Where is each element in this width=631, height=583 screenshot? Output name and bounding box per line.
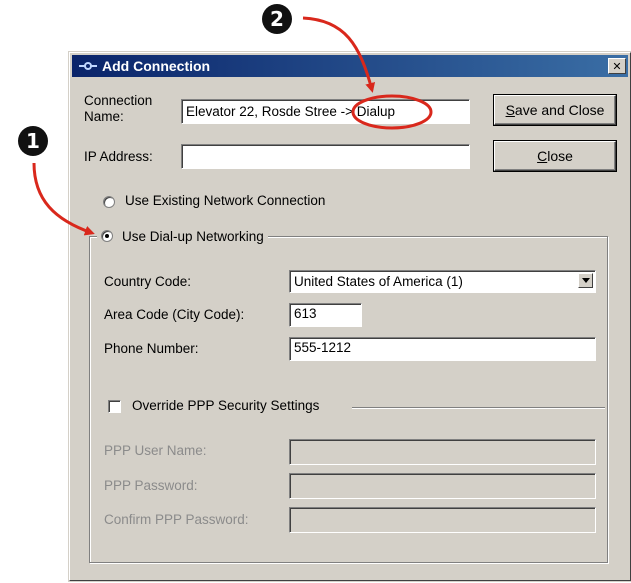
country-code-select[interactable]: United States of America (1) (289, 270, 596, 293)
ip-address-input[interactable] (181, 144, 470, 169)
save-and-close-label: Save and Close (505, 102, 605, 118)
network-connection-icon (78, 59, 98, 73)
window-title: Add Connection (102, 58, 211, 74)
save-and-close-button[interactable]: Save and Close (494, 95, 616, 125)
dialup-group-header: Use Dial-up Networking (97, 227, 268, 245)
override-ppp-checkbox[interactable] (108, 400, 121, 413)
close-button-label: Close (537, 148, 573, 164)
connection-name-label: Connection Name: (84, 93, 153, 124)
dialup-radio[interactable] (101, 230, 113, 242)
ppp-password-input[interactable] (289, 473, 596, 499)
existing-network-radio[interactable] (103, 196, 115, 208)
override-ppp-label[interactable]: Override PPP Security Settings (132, 398, 319, 413)
area-code-label: Area Code (City Code): (104, 307, 245, 322)
callout-marker-2: 2 (262, 4, 292, 34)
connection-name-input[interactable]: Elevator 22, Rosde Stree -> Dialup (181, 99, 470, 124)
radio-selected-dot (105, 234, 109, 238)
ppp-separator (352, 407, 605, 409)
callout-marker-1: 1 (18, 126, 48, 156)
ip-address-label: IP Address: (84, 149, 153, 164)
country-code-label: Country Code: (104, 274, 192, 289)
close-window-button[interactable]: ✕ (608, 58, 626, 74)
phone-number-input[interactable]: 555-1212 (289, 337, 596, 361)
existing-network-label[interactable]: Use Existing Network Connection (125, 193, 325, 208)
confirm-ppp-password-label: Confirm PPP Password: (104, 512, 249, 527)
callout-marker-2-label: 2 (270, 7, 284, 31)
country-code-value: United States of America (1) (294, 274, 463, 289)
area-code-input[interactable]: 613 (289, 303, 362, 327)
close-icon: ✕ (612, 59, 622, 73)
phone-number-label: Phone Number: (104, 341, 199, 356)
callout-marker-1-label: 1 (26, 129, 40, 153)
ppp-user-name-label: PPP User Name: (104, 443, 207, 458)
ppp-password-label: PPP Password: (104, 478, 198, 493)
area-code-value: 613 (294, 306, 317, 321)
ppp-user-name-input[interactable] (289, 439, 596, 465)
connection-name-value: Elevator 22, Rosde Stree -> Dialup (186, 104, 395, 119)
dropdown-arrow-button[interactable] (578, 273, 593, 288)
confirm-ppp-password-input[interactable] (289, 507, 596, 533)
chevron-down-icon (581, 278, 590, 283)
add-connection-dialog: Add Connection ✕ Connection Name: Elevat… (69, 52, 631, 581)
close-button[interactable]: Close (494, 141, 616, 171)
dialup-label[interactable]: Use Dial-up Networking (122, 229, 264, 244)
title-bar[interactable]: Add Connection ✕ (72, 55, 628, 77)
phone-number-value: 555-1212 (294, 340, 352, 355)
